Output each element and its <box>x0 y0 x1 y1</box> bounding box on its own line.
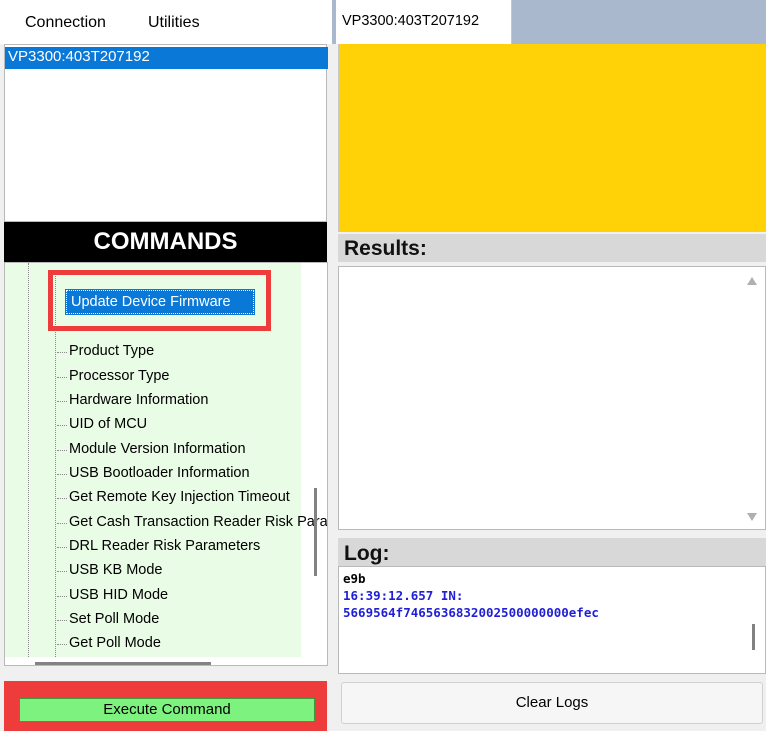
tree-item-processor-type[interactable]: Processor Type <box>57 368 169 384</box>
clear-logs-button[interactable]: Clear Logs <box>341 682 763 724</box>
tree-item-product-type[interactable]: Product Type <box>57 343 154 359</box>
commands-header: COMMANDS <box>4 222 327 262</box>
tree-item-get-cash-transaction-reader-risk[interactable]: Get Cash Transaction Reader Risk Paramet… <box>57 514 327 530</box>
tree-item-get-poll-mode[interactable]: Get Poll Mode <box>57 635 161 651</box>
tree-item-usb-kb-mode[interactable]: USB KB Mode <box>57 562 163 578</box>
tree-item-get-remote-key-injection-timeout[interactable]: Get Remote Key Injection Timeout <box>57 489 290 505</box>
log-scrollbar[interactable] <box>752 624 755 650</box>
tree-item-set-poll-mode[interactable]: Set Poll Mode <box>57 611 159 627</box>
device-list[interactable]: VP3300:403T207192 <box>4 44 328 222</box>
tree-item-update-device-firmware[interactable]: Update Device Firmware <box>65 289 255 315</box>
scroll-up-arrow-icon[interactable] <box>747 277 757 285</box>
tab-strip: VP3300:403T207192 <box>332 0 766 44</box>
tree-item-module-version-information[interactable]: Module Version Information <box>57 441 246 457</box>
tree-item-uid-of-mcu[interactable]: UID of MCU <box>57 416 147 432</box>
log-line: 5669564f7465636832002500000000efec <box>343 605 599 620</box>
menu-connection[interactable]: Connection <box>25 14 106 32</box>
tree-item-hardware-information[interactable]: Hardware Information <box>57 392 208 408</box>
device-list-item-selected[interactable]: VP3300:403T207192 <box>5 47 328 69</box>
execute-highlight-box: Execute Command <box>4 681 327 731</box>
tab-device[interactable]: VP3300:403T207192 <box>336 0 512 44</box>
log-line: 16:39:12.657 IN: <box>343 588 464 603</box>
log-line: e9b <box>343 571 366 586</box>
results-header: Results: <box>338 234 766 262</box>
tree-item-usb-hid-mode[interactable]: USB HID Mode <box>57 587 168 603</box>
log-header: Log: <box>338 538 766 566</box>
menu-bar: Connection Utilities <box>0 0 332 44</box>
menu-utilities[interactable]: Utilities <box>148 14 200 32</box>
tree-horizontal-scrollbar[interactable] <box>35 662 211 665</box>
status-indicator <box>338 44 766 232</box>
results-textarea[interactable] <box>338 266 766 530</box>
tree-item-drl-reader-risk-parameters[interactable]: DRL Reader Risk Parameters <box>57 538 260 554</box>
log-textarea[interactable]: e9b 16:39:12.657 IN: 5669564f74656368320… <box>338 566 766 674</box>
scroll-down-arrow-icon[interactable] <box>747 513 757 521</box>
tree-guide-line <box>28 263 29 657</box>
execute-command-button[interactable]: Execute Command <box>19 698 315 722</box>
tree-item-usb-bootloader-information[interactable]: USB Bootloader Information <box>57 465 250 481</box>
tree-vertical-scrollbar[interactable] <box>314 488 317 576</box>
